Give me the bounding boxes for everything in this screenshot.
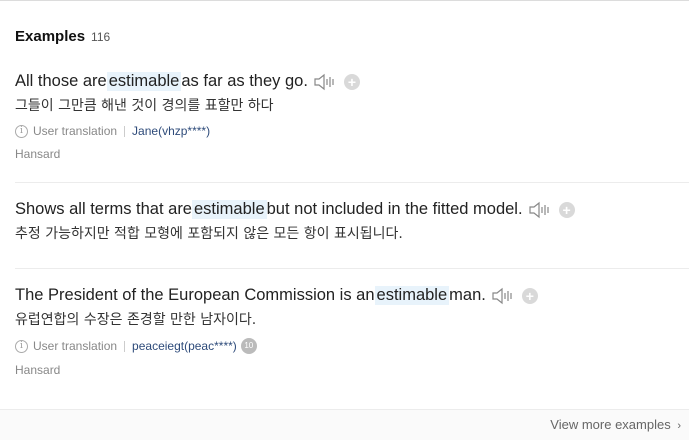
speaker-icon[interactable] (314, 73, 336, 91)
example-translation: 유럽연합의 수장은 존경할 만한 남자이다. (15, 312, 257, 328)
divider (15, 182, 689, 183)
example-sentence: All those are estimable as far as they g… (15, 72, 689, 91)
example-item: Shows all terms that are estimable but n… (15, 200, 689, 243)
translation-meta: i User translation peaceiegt(peac****) 1… (15, 338, 689, 354)
info-icon[interactable]: i (15, 124, 28, 138)
example-item: All those are estimable as far as they g… (15, 72, 689, 161)
keyword-highlight[interactable]: estimable (106, 72, 182, 91)
example-source: Hansard (15, 147, 61, 161)
example-source: Hansard (15, 363, 61, 377)
view-more-examples-link[interactable]: View more examples › (550, 417, 681, 432)
example-item: The President of the European Commission… (15, 286, 689, 377)
user-translation-label: User translation (33, 124, 118, 138)
example-translation: 추정 가능하지만 적합 모형에 포함되지 않은 모든 항이 표시됩니다. (15, 226, 403, 242)
add-to-wordbook-button[interactable]: + (558, 201, 575, 218)
translator-user-link[interactable]: Jane(vhzp****) (132, 124, 210, 138)
user-translation-label: User translation (33, 339, 118, 353)
examples-header: Examples 116 (15, 28, 110, 45)
info-icon[interactable]: i (15, 339, 28, 353)
translation-meta: i User translation Jane(vhzp****) (15, 124, 689, 138)
examples-title: Examples (15, 28, 86, 45)
add-to-wordbook-button[interactable]: + (521, 287, 538, 304)
examples-footer: View more examples › (0, 409, 689, 440)
speaker-icon[interactable] (492, 287, 514, 305)
example-translation: 그들이 그만큼 해낸 것이 경의를 표할만 하다 (15, 98, 274, 114)
separator (124, 340, 126, 352)
add-to-wordbook-button[interactable]: + (343, 73, 360, 90)
example-sentence: Shows all terms that are estimable but n… (15, 200, 689, 219)
chevron-right-icon: › (677, 420, 681, 432)
translator-user-link[interactable]: peaceiegt(peac****) (132, 339, 237, 353)
top-border (0, 0, 689, 1)
examples-count: 116 (91, 30, 111, 44)
keyword-highlight[interactable]: estimable (192, 200, 267, 219)
divider (15, 268, 689, 269)
user-level-badge: 10 (240, 338, 257, 354)
example-sentence: The President of the European Commission… (15, 286, 689, 305)
keyword-highlight[interactable]: estimable (374, 286, 450, 305)
separator (124, 125, 126, 137)
speaker-icon[interactable] (528, 201, 551, 219)
